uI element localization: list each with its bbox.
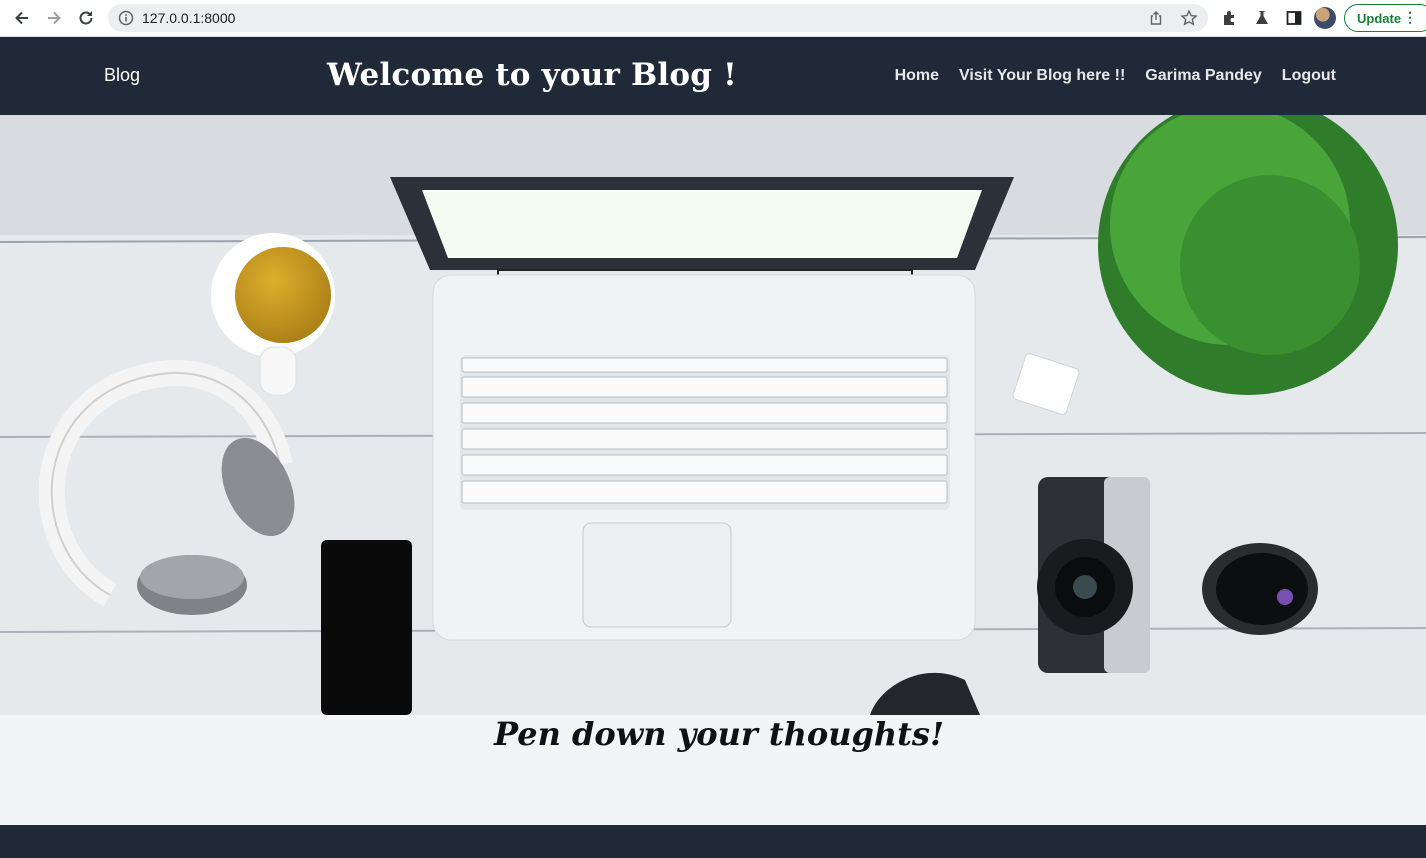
address-bar[interactable]: 127.0.0.1:8000 [108, 4, 1208, 32]
share-icon[interactable] [1148, 10, 1164, 31]
site-footer [0, 825, 1426, 858]
main-content: Pen down your thoughts! [0, 715, 1426, 825]
hero-image [0, 115, 1426, 715]
browser-toolbar: 127.0.0.1:8000 Update ⋮ [0, 0, 1426, 37]
update-label: Update [1357, 11, 1402, 26]
brand-link[interactable]: Blog [104, 65, 140, 86]
camera-icon [1037, 477, 1150, 673]
nav-visit-blog[interactable]: Visit Your Blog here !! [959, 67, 1125, 85]
nav-logout[interactable]: Logout [1282, 67, 1336, 85]
side-panel-icon[interactable] [1284, 8, 1304, 28]
forward-arrow-icon[interactable] [42, 6, 66, 30]
back-arrow-icon[interactable] [10, 6, 34, 30]
desk-illustration [0, 115, 1426, 715]
labs-flask-icon[interactable] [1252, 8, 1272, 28]
url-text: 127.0.0.1:8000 [142, 10, 236, 26]
update-button[interactable]: Update ⋮ [1344, 4, 1426, 32]
nav-links: Home Visit Your Blog here !! Garima Pand… [895, 67, 1336, 85]
profile-avatar[interactable] [1314, 7, 1336, 29]
site-info-icon[interactable] [118, 10, 134, 31]
camera-lens-icon [1202, 543, 1318, 635]
reload-icon[interactable] [74, 6, 98, 30]
tagline: Pen down your thoughts! [494, 715, 944, 753]
nav-user-profile[interactable]: Garima Pandey [1145, 67, 1262, 85]
extensions-puzzle-icon[interactable] [1220, 8, 1240, 28]
phone-icon [321, 540, 412, 715]
nav-home[interactable]: Home [895, 67, 939, 85]
more-menu-icon[interactable]: ⋮ [1403, 10, 1417, 24]
bookmark-star-icon[interactable] [1180, 9, 1198, 32]
site-header: Blog Welcome to your Blog ! Home Visit Y… [0, 37, 1426, 115]
page-title: Welcome to your Blog ! [327, 57, 737, 93]
